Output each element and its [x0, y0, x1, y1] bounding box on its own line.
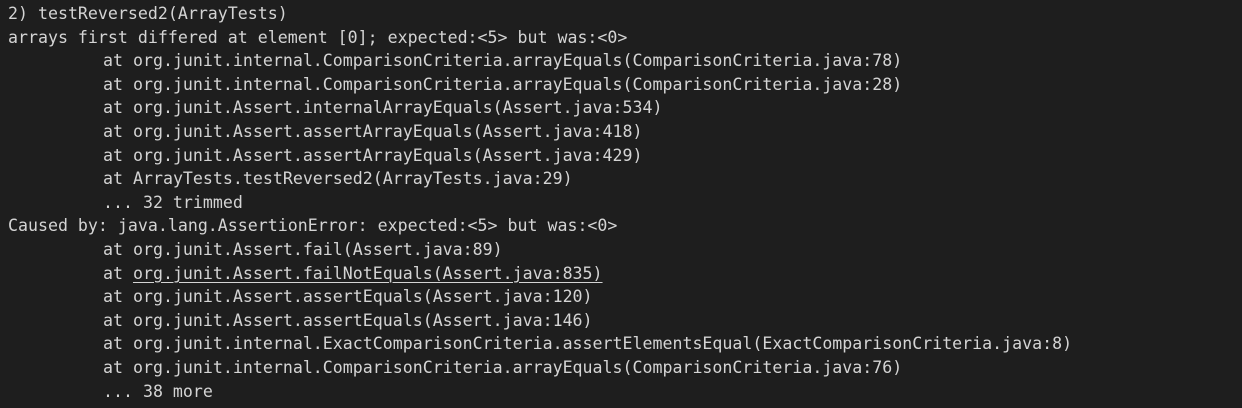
- trimmed-frames-note: ... 32 trimmed: [103, 192, 243, 212]
- stack-frame-location: org.junit.Assert.assertArrayEquals(Asser…: [132, 145, 643, 165]
- stack-frame-location: org.junit.Assert.assertEquals(Assert.jav…: [132, 287, 593, 307]
- stack-frame-location: org.junit.Assert.internalArrayEquals(Ass…: [132, 98, 663, 118]
- stack-frame-prefix: at: [103, 334, 133, 354]
- stack-frame-location: org.junit.internal.ComparisonCriteria.ar…: [132, 357, 903, 377]
- stack-frame: at org.junit.internal.ExactComparisonCri…: [8, 332, 1242, 356]
- stack-frame-prefix: at: [103, 98, 133, 118]
- terminal-output[interactable]: 2) testReversed2(ArrayTests) arrays firs…: [0, 0, 1242, 408]
- stack-frame: at org.junit.Assert.fail(Assert.java:89): [8, 238, 1242, 262]
- stack-frame: at org.junit.Assert.assertEquals(Assert.…: [8, 285, 1242, 309]
- stack-frame: at org.junit.Assert.failNotEquals(Assert…: [8, 262, 1242, 286]
- stack-frame: at org.junit.Assert.assertArrayEquals(As…: [8, 144, 1242, 168]
- stack-frame-prefix: at: [103, 287, 133, 307]
- stack-frame-prefix: at: [103, 145, 133, 165]
- stack-frame-location: org.junit.Assert.fail(Assert.java:89): [132, 239, 503, 259]
- stack-frame-prefix: at: [103, 310, 133, 330]
- stack-frame-location: org.junit.internal.ComparisonCriteria.ar…: [132, 51, 903, 71]
- stack-frame: at org.junit.internal.ComparisonCriteria…: [8, 356, 1242, 380]
- stack-frame-location: org.junit.Assert.assertArrayEquals(Asser…: [132, 121, 643, 141]
- stack-frame-link[interactable]: org.junit.Assert.failNotEquals(Assert.ja…: [133, 264, 603, 283]
- stack-frame-prefix: at: [103, 263, 133, 283]
- failure-message: arrays first differed at element [0]; ex…: [8, 27, 628, 47]
- stack-frame-prefix: at: [103, 169, 133, 189]
- stack-frame: at org.junit.Assert.assertArrayEquals(As…: [8, 120, 1242, 144]
- stack-frame-location: org.junit.internal.ComparisonCriteria.ar…: [132, 74, 903, 94]
- stack-frame-location: ArrayTests.testReversed2(ArrayTests.java…: [132, 169, 573, 189]
- stack-frame-prefix: at: [103, 121, 133, 141]
- stack-frame: at org.junit.Assert.assertEquals(Assert.…: [8, 309, 1242, 333]
- stack-frame-prefix: at: [103, 239, 133, 259]
- stack-frame-prefix: at: [103, 74, 133, 94]
- stack-frame-prefix: at: [103, 357, 133, 377]
- stack-frame: at ArrayTests.testReversed2(ArrayTests.j…: [8, 167, 1242, 191]
- more-frames-note: ... 38 more: [103, 381, 213, 401]
- stack-frame-prefix: at: [103, 51, 133, 71]
- stack-frame: at org.junit.Assert.internalArrayEquals(…: [8, 96, 1242, 120]
- stack-frame-location: org.junit.internal.ExactComparisonCriter…: [132, 334, 1073, 354]
- stack-frame: at org.junit.internal.ComparisonCriteria…: [8, 73, 1242, 97]
- caused-by-message: Caused by: java.lang.AssertionError: exp…: [8, 216, 618, 236]
- stack-frame: at org.junit.internal.ComparisonCriteria…: [8, 49, 1242, 73]
- test-failure-header: 2) testReversed2(ArrayTests): [8, 4, 288, 23]
- stack-frame-location: org.junit.Assert.assertEquals(Assert.jav…: [132, 310, 593, 330]
